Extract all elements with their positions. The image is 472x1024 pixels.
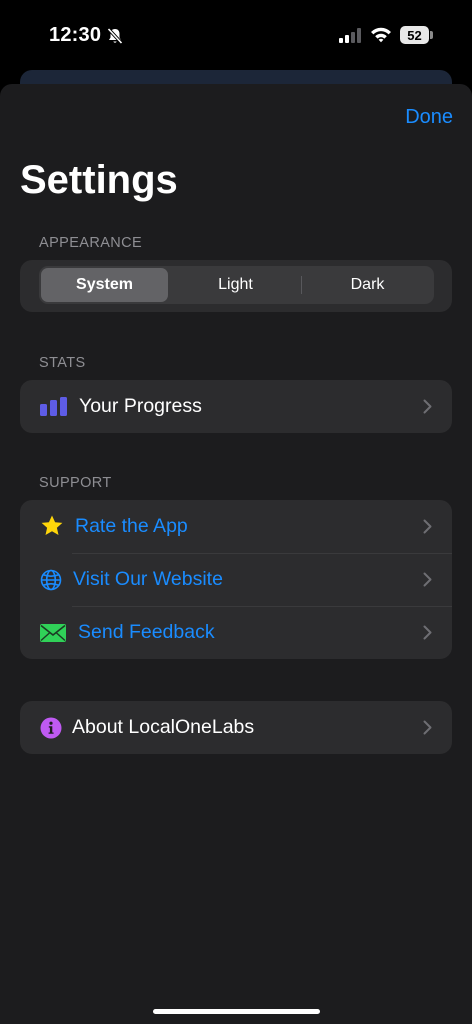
done-button[interactable]: Done — [405, 106, 453, 129]
home-indicator[interactable] — [153, 1009, 320, 1014]
about-label: About LocalOneLabs — [72, 716, 255, 738]
your-progress-row[interactable]: Your Progress — [20, 380, 452, 433]
segment-divider — [301, 276, 302, 294]
page-title: Settings — [20, 158, 178, 202]
battery-tip — [430, 31, 433, 39]
rate-the-app-row[interactable]: Rate the App — [20, 500, 452, 553]
send-feedback-row[interactable]: Send Feedback — [20, 606, 452, 659]
appearance-group: System Light Dark — [20, 260, 452, 312]
your-progress-label: Your Progress — [79, 395, 202, 417]
send-feedback-label: Send Feedback — [78, 621, 215, 643]
visit-website-label: Visit Our Website — [73, 568, 223, 590]
info-icon — [40, 717, 62, 744]
chevron-right-icon — [423, 720, 432, 740]
chevron-right-icon — [423, 399, 432, 419]
support-group: Rate the App Visit Our Website Send Feed… — [20, 500, 452, 659]
visit-website-row[interactable]: Visit Our Website — [20, 553, 452, 606]
segment-system[interactable]: System — [41, 268, 168, 302]
battery-indicator: 52 — [400, 26, 429, 44]
globe-icon — [40, 569, 62, 596]
star-icon — [40, 514, 64, 543]
appearance-section-header: APPEARANCE — [39, 235, 143, 251]
cellular-signal-icon — [339, 28, 363, 48]
appearance-segmented-control: System Light Dark — [39, 266, 434, 304]
stats-group: Your Progress — [20, 380, 452, 433]
rate-the-app-label: Rate the App — [75, 515, 188, 537]
bell-off-icon — [106, 27, 124, 50]
chevron-right-icon — [423, 519, 432, 539]
segment-light[interactable]: Light — [172, 268, 299, 302]
envelope-icon — [40, 624, 66, 647]
support-section-header: SUPPORT — [39, 475, 112, 491]
settings-sheet: Done Settings APPEARANCE System Light Da… — [0, 84, 472, 1024]
chevron-right-icon — [423, 625, 432, 645]
bar-chart-icon — [40, 397, 68, 421]
wifi-icon — [370, 26, 392, 48]
about-row[interactable]: About LocalOneLabs — [20, 701, 452, 754]
status-bar: 12:30 52 — [0, 0, 472, 70]
segment-dark[interactable]: Dark — [304, 268, 431, 302]
about-group: About LocalOneLabs — [20, 701, 452, 754]
stats-section-header: STATS — [39, 355, 86, 371]
status-time: 12:30 — [49, 24, 102, 46]
chevron-right-icon — [423, 572, 432, 592]
